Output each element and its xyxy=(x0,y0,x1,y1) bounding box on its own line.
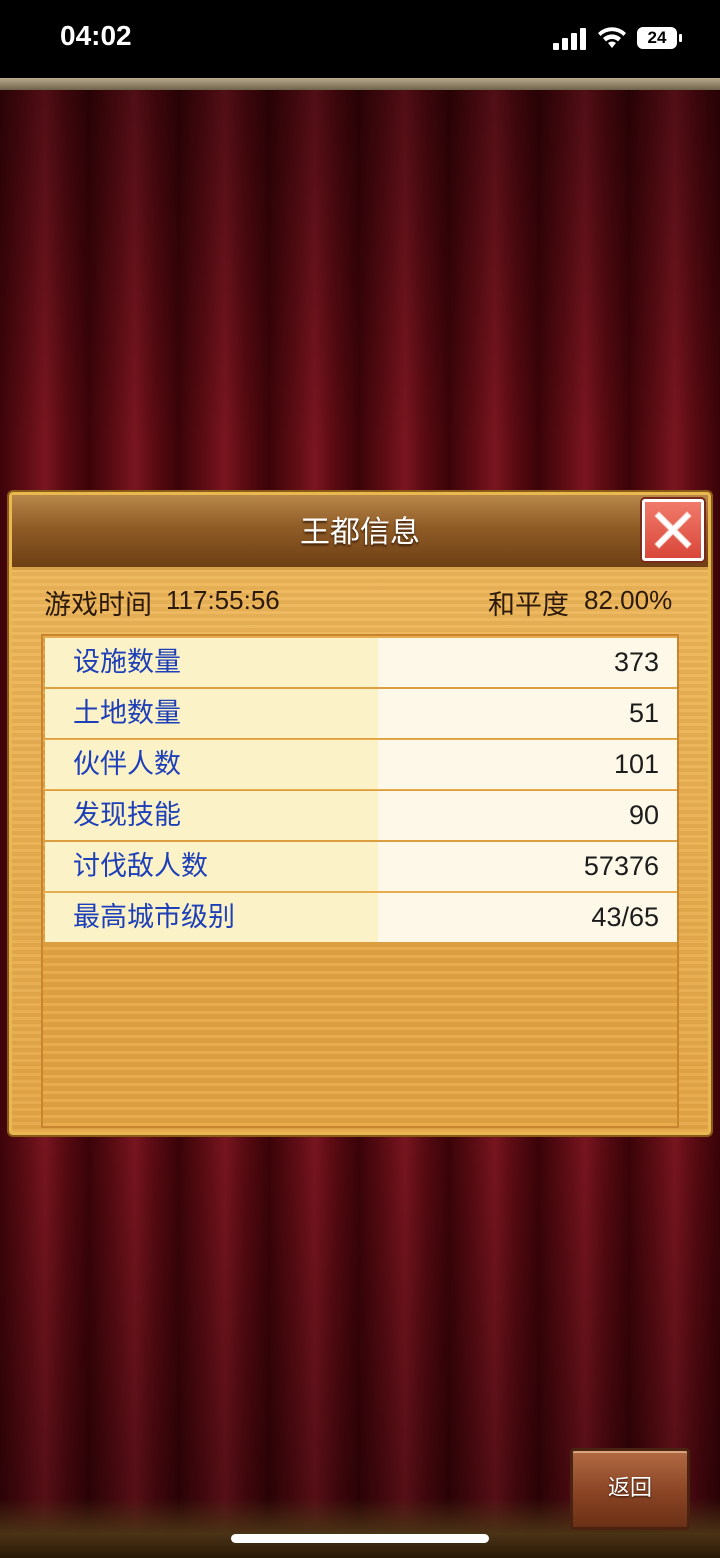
stat-row-city-level: 最高城市级别 43/65 xyxy=(45,893,677,942)
wifi-icon xyxy=(598,27,626,48)
stat-value: 373 xyxy=(378,638,677,687)
peace-value: 82.00% xyxy=(584,585,673,615)
stat-label: 发现技能 xyxy=(45,791,378,840)
stat-label: 土地数量 xyxy=(45,689,378,738)
back-button[interactable]: 返回 xyxy=(570,1448,690,1530)
stat-label: 设施数量 xyxy=(45,638,378,687)
playtime-label: 游戏时间 xyxy=(44,590,152,621)
stat-value: 90 xyxy=(378,791,677,840)
stat-value: 43/65 xyxy=(378,893,677,942)
stat-label: 最高城市级别 xyxy=(45,893,378,942)
stat-row-companions: 伙伴人数 101 xyxy=(45,740,677,789)
signal-icon xyxy=(553,28,586,50)
close-button[interactable] xyxy=(642,499,704,561)
stat-label: 讨伐敌人数 xyxy=(45,842,378,891)
battery-tip xyxy=(679,34,682,42)
dialog-title: 王都信息 xyxy=(300,515,420,550)
status-time: 04:02 xyxy=(60,20,132,51)
stat-label: 伙伴人数 xyxy=(45,740,378,789)
stat-value: 101 xyxy=(378,740,677,789)
stat-value: 57376 xyxy=(378,842,677,891)
stat-row-enemies: 讨伐敌人数 57376 xyxy=(45,842,677,891)
close-icon xyxy=(654,511,692,549)
capital-info-dialog: 王都信息 游戏时间 117:55:56 和平度 82.00% 设施数量 373 … xyxy=(9,492,711,1135)
battery-icon: 24 xyxy=(637,27,677,49)
stat-row-land: 土地数量 51 xyxy=(45,689,677,738)
curtain-rail xyxy=(0,78,720,90)
peace-label: 和平度 xyxy=(488,590,569,621)
stats-table: 设施数量 373 土地数量 51 伙伴人数 101 发现技能 90 讨伐敌人数 … xyxy=(45,638,677,944)
stat-row-facilities: 设施数量 373 xyxy=(45,638,677,687)
stat-row-skills: 发现技能 90 xyxy=(45,791,677,840)
stats-panel: 设施数量 373 土地数量 51 伙伴人数 101 发现技能 90 讨伐敌人数 … xyxy=(41,634,679,1128)
status-bar: 04:02 24 xyxy=(0,0,720,78)
stat-value: 51 xyxy=(378,689,677,738)
playtime-value: 117:55:56 xyxy=(166,585,280,615)
home-indicator[interactable] xyxy=(231,1534,489,1543)
